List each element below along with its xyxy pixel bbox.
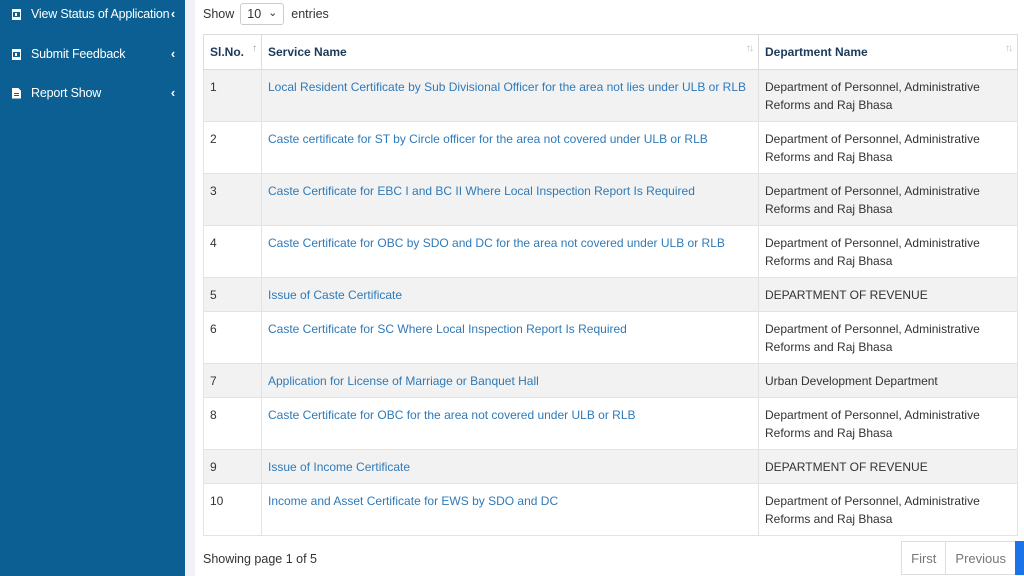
entries-label: entries [291,7,329,21]
length-menu: Show 10 ⌄ entries [203,3,329,25]
table-row: 6 Caste Certificate for SC Where Local I… [203,311,1018,364]
cell-sl-no: 7 [203,363,262,398]
cell-department: Department of Personnel, Administrative … [758,225,1018,278]
chevron-left-icon[interactable]: ‹ [171,6,175,21]
table-row: 4 Caste Certificate for OBC by SDO and D… [203,225,1018,278]
table-row: 1 Local Resident Certificate by Sub Divi… [203,69,1018,122]
pagination: First Previous [901,541,1024,575]
table-row: 10 Income and Asset Certificate for EWS … [203,483,1018,536]
header-sl-no[interactable]: Sl.No. ↑ [203,34,262,70]
file-icon [12,87,21,99]
sidebar-item-view-status[interactable]: View Status of Application ‹ [0,0,185,28]
table-header-row: Sl.No. ↑ Service Name ↑↓ Department Name ↑↓ [203,34,1018,70]
table-row: 3 Caste Certificate for EBC I and BC II … [203,173,1018,226]
sidebar-item-report-show[interactable]: Report Show ‹ [0,79,185,107]
sidebar-item-submit-feedback[interactable]: Submit Feedback ‹ [0,40,185,68]
service-link[interactable]: Issue of Income Certificate [261,449,759,484]
sidebar-item-label: Report Show [31,86,102,100]
services-table: Sl.No. ↑ Service Name ↑↓ Department Name ↑↓… [203,34,1018,536]
cell-department: Department of Personnel, Administrative … [758,121,1018,174]
table-info: Showing page 1 of 5 [203,552,317,566]
previous-page-button[interactable]: Previous [945,541,1016,575]
cell-department: Department of Personnel, Administrative … [758,173,1018,226]
service-link[interactable]: Caste Certificate for SC Where Local Ins… [261,311,759,364]
first-page-button[interactable]: First [901,541,947,575]
service-link[interactable]: Issue of Caste Certificate [261,277,759,312]
chevron-down-icon: ⌄ [268,6,278,19]
cell-department: Department of Personnel, Administrative … [758,69,1018,122]
cell-department: DEPARTMENT OF REVENUE [758,449,1018,484]
sidebar-item-label: View Status of Application [31,7,170,21]
cell-department: Department of Personnel, Administrative … [758,483,1018,536]
entries-select-value: 10 [247,7,262,21]
show-label: Show [203,7,235,21]
table-row: 2 Caste certificate for ST by Circle off… [203,121,1018,174]
service-link[interactable]: Caste Certificate for OBC for the area n… [261,397,759,450]
cell-department: Department of Personnel, Administrative … [758,397,1018,450]
sidebar: View Status of Application ‹ Submit Feed… [0,0,185,576]
cell-sl-no: 1 [203,69,262,122]
main-content: Show 10 ⌄ entries Sl.No. ↑ Service Name ↑↓… [195,0,1024,576]
sort-icon: ↑↓ [746,43,754,54]
cell-sl-no: 5 [203,277,262,312]
header-department-name[interactable]: Department Name ↑↓ [758,34,1018,70]
cell-department: DEPARTMENT OF REVENUE [758,277,1018,312]
cell-sl-no: 6 [203,311,262,364]
entries-select[interactable]: 10 ⌄ [240,3,285,25]
service-link[interactable]: Caste Certificate for EBC I and BC II Wh… [261,173,759,226]
sort-asc-icon: ↑ [252,43,257,54]
table-row: 5 Issue of Caste Certificate DEPARTMENT … [203,277,1018,312]
sort-icon: ↑↓ [1005,43,1013,54]
cell-sl-no: 2 [203,121,262,174]
service-link[interactable]: Caste Certificate for OBC by SDO and DC … [261,225,759,278]
cell-sl-no: 10 [203,483,262,536]
hourglass-icon [12,48,21,60]
cell-sl-no: 8 [203,397,262,450]
current-page-button[interactable] [1015,541,1024,575]
service-link[interactable]: Application for License of Marriage or B… [261,363,759,398]
table-row: 9 Issue of Income Certificate DEPARTMENT… [203,449,1018,484]
cell-sl-no: 3 [203,173,262,226]
cell-department: Department of Personnel, Administrative … [758,311,1018,364]
service-link[interactable]: Local Resident Certificate by Sub Divisi… [261,69,759,122]
table-row: 8 Caste Certificate for OBC for the area… [203,397,1018,450]
cell-department: Urban Development Department [758,363,1018,398]
cell-sl-no: 4 [203,225,262,278]
chevron-left-icon[interactable]: ‹ [171,85,175,100]
table-row: 7 Application for License of Marriage or… [203,363,1018,398]
header-service-name[interactable]: Service Name ↑↓ [261,34,759,70]
service-link[interactable]: Income and Asset Certificate for EWS by … [261,483,759,536]
chevron-left-icon[interactable]: ‹ [171,46,175,61]
service-link[interactable]: Caste certificate for ST by Circle offic… [261,121,759,174]
cell-sl-no: 9 [203,449,262,484]
sidebar-item-label: Submit Feedback [31,47,126,61]
hourglass-icon [12,8,21,20]
